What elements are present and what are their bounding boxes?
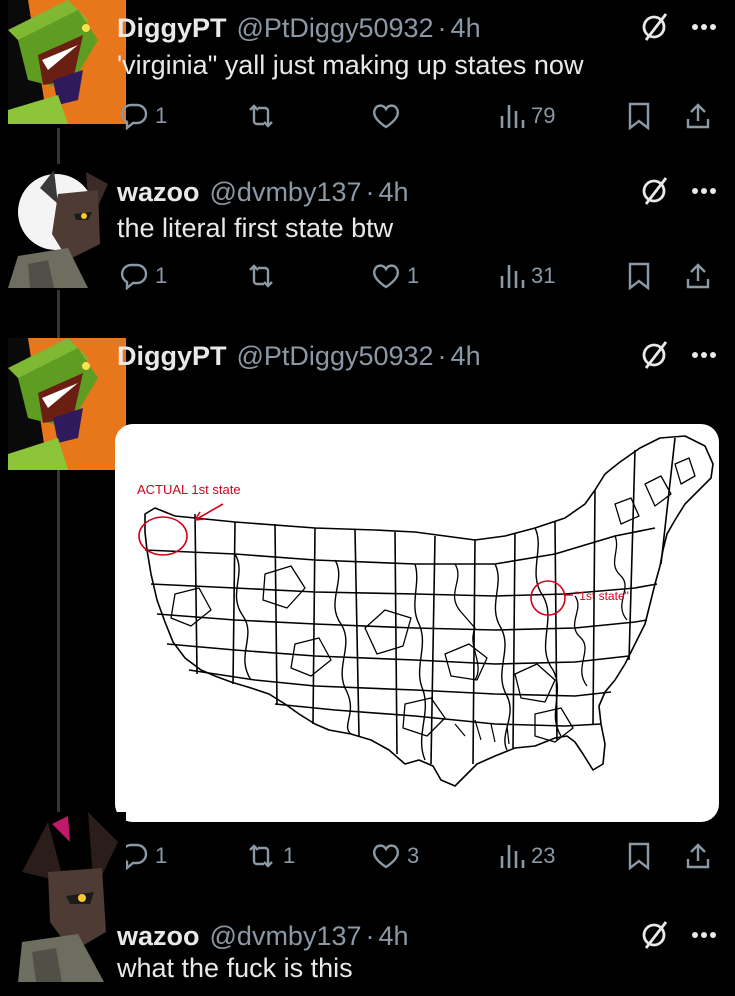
more-icon[interactable] [691,931,717,939]
separator-dot: · [437,12,447,43]
reply-button[interactable]: 1 [119,96,167,136]
action-bar: 1 1 31 [117,256,717,296]
tweet[interactable]: DiggyPT @PtDiggy50932 · 4h 'virginia" ya… [0,0,735,160]
views-icon [499,102,525,130]
views-button[interactable]: 31 [499,256,555,296]
user-handle[interactable]: @PtDiggy50932 [237,341,434,372]
action-bar: 1 79 [117,96,717,136]
like-button[interactable] [371,96,407,136]
map-label-actual: ACTUAL 1st state [137,482,241,497]
separator-dot: · [365,176,375,207]
separator-dot: · [437,340,447,371]
views-count: 79 [531,103,556,128]
like-count: 1 [407,263,420,288]
separator-dot: · [365,920,375,951]
repost-button[interactable] [245,96,283,136]
like-icon [371,262,401,290]
avatar[interactable] [8,338,126,470]
grok-icon[interactable] [641,176,669,206]
tweet-text: what the fuck is this [117,953,353,983]
tweet-image[interactable]: ACTUAL 1st state "1st state" [115,424,719,822]
grok-icon[interactable] [641,920,669,950]
repost-icon [245,262,277,290]
timestamp[interactable]: 4h [379,177,409,208]
reply-icon [119,262,149,290]
repost-button[interactable] [245,256,283,296]
display-name[interactable]: DiggyPT [117,13,227,44]
grok-icon[interactable] [641,340,669,370]
display-name[interactable]: wazoo [117,177,200,208]
more-icon[interactable] [691,23,717,31]
repost-icon [245,102,277,130]
bookmark-button[interactable] [627,256,651,296]
reply-icon [119,102,149,130]
bookmark-icon [627,262,651,290]
timestamp[interactable]: 4h [451,341,481,372]
share-button[interactable] [685,256,711,296]
user-handle[interactable]: @dvmby137 [210,177,362,208]
avatar[interactable] [8,0,126,124]
more-icon[interactable] [691,351,717,359]
reply-button[interactable]: 1 [119,256,167,296]
like-icon [371,102,401,130]
timestamp[interactable]: 4h [451,13,481,44]
user-handle[interactable]: @dvmby137 [210,921,362,952]
reply-count: 1 [155,103,168,128]
display-name[interactable]: wazoo [117,921,200,952]
bookmark-button[interactable] [627,96,651,136]
tweet-text: the literal first state btw [117,213,394,243]
share-icon [685,102,711,130]
avatar[interactable] [8,164,126,288]
views-icon [499,262,525,290]
avatar[interactable] [8,812,126,982]
map-label-quote: "1st state" [575,589,629,603]
tweet-text: 'virginia" yall just making up states no… [117,50,584,80]
share-icon [685,262,711,290]
user-handle[interactable]: @PtDiggy50932 [237,13,434,44]
bookmark-icon [627,102,651,130]
reply-count: 1 [155,263,168,288]
tweet[interactable]: wazoo @dvmby137 · 4h the literal first s… [0,164,735,324]
views-button[interactable]: 79 [499,96,555,136]
tweet[interactable]: wazoo @dvmby137 · 4h what the fuck is th… [0,812,735,996]
display-name[interactable]: DiggyPT [117,341,227,372]
timestamp[interactable]: 4h [379,921,409,952]
like-button[interactable]: 1 [371,256,419,296]
share-button[interactable] [685,96,711,136]
grok-icon[interactable] [641,12,669,42]
views-count: 31 [531,263,556,288]
more-icon[interactable] [691,187,717,195]
